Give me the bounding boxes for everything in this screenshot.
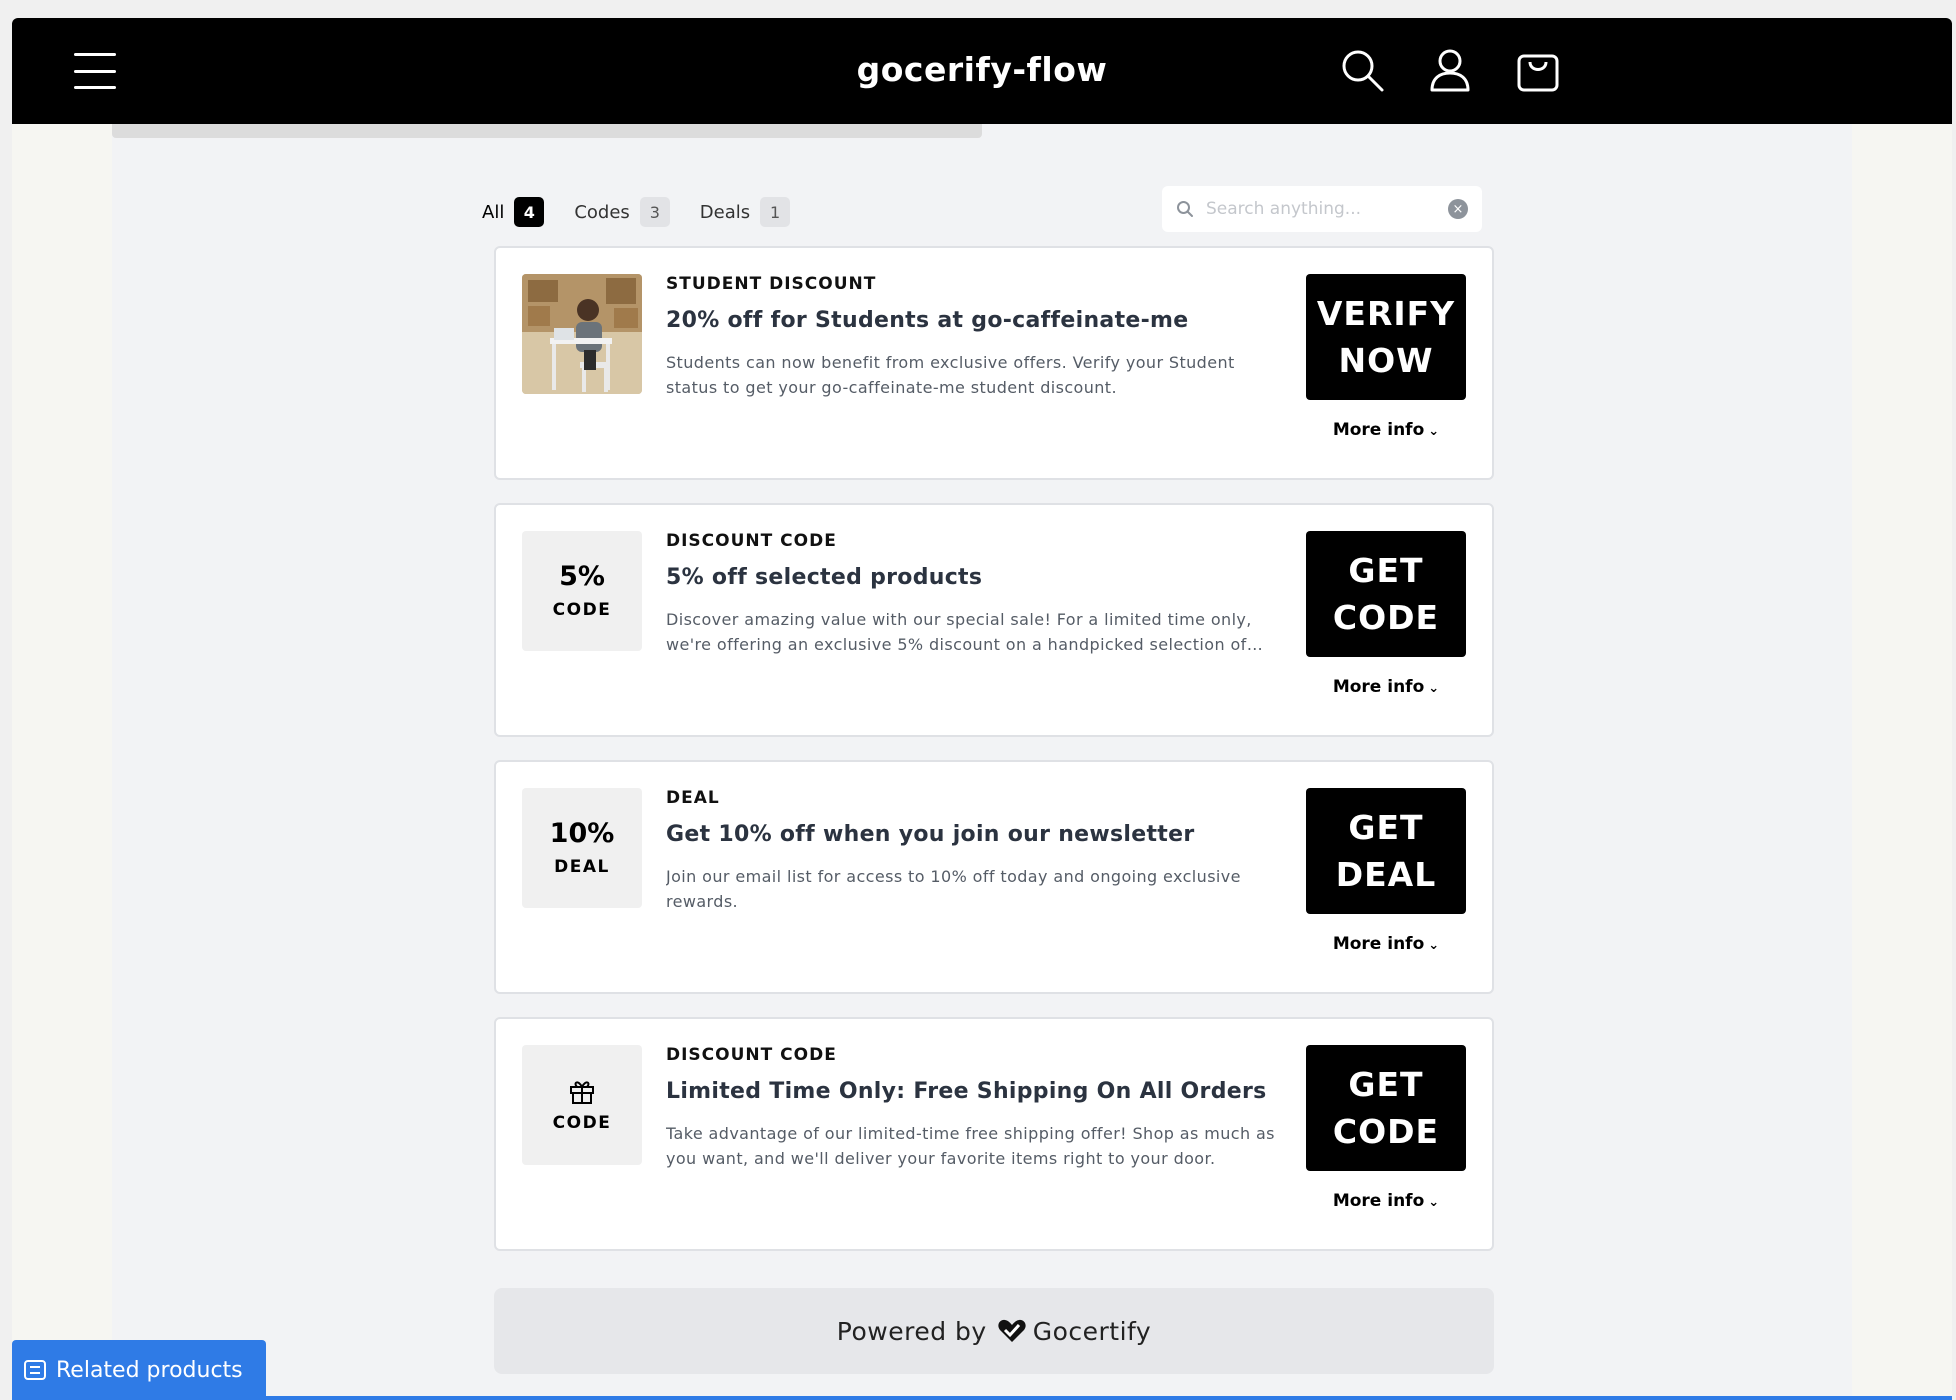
more-info-label: More info: [1332, 677, 1425, 697]
more-info-toggle[interactable]: More info ⌄: [1306, 677, 1466, 697]
offer-type: STUDENT DISCOUNT: [666, 274, 877, 294]
filter-count-badge: 4: [514, 197, 545, 227]
cart-icon[interactable]: [1514, 46, 1562, 94]
powered-by-brand: Gocertify: [1032, 1316, 1152, 1346]
more-info-toggle[interactable]: More info ⌄: [1306, 420, 1466, 440]
related-products-button[interactable]: Related products: [12, 1340, 266, 1400]
offer-type: DISCOUNT CODE: [666, 1045, 837, 1065]
list-icon: [24, 1360, 46, 1380]
offer-thumb: 10% DEAL: [522, 788, 642, 908]
tab-strip: [112, 124, 982, 138]
more-info-toggle[interactable]: More info ⌄: [1306, 1191, 1466, 1211]
search-icon: [1177, 201, 1193, 217]
site-brand[interactable]: gocerify-flow: [12, 50, 1952, 89]
offer-card: 5% CODE DISCOUNT CODE 5% off selected pr…: [494, 503, 1494, 737]
search-icon[interactable]: [1338, 46, 1386, 94]
offer-title: 5% off selected products: [666, 565, 983, 590]
powered-by-footer[interactable]: Powered by Gocertify: [494, 1288, 1494, 1374]
filter-count-badge: 3: [639, 197, 670, 227]
offer-thumb-value: 5%: [559, 561, 605, 593]
offer-card: CODE DISCOUNT CODE Limited Time Only: Fr…: [494, 1017, 1494, 1251]
offer-thumb-label: CODE: [552, 599, 612, 620]
filter-label: Deals: [699, 201, 751, 223]
chevron-down-icon: ⌄: [1428, 938, 1440, 953]
offer-description: Discover amazing value with our special …: [666, 610, 1252, 654]
verify-now-button[interactable]: VERIFY NOW: [1306, 274, 1466, 400]
filter-codes[interactable]: Codes 3: [574, 197, 670, 227]
offer-thumb-label: DEAL: [554, 856, 610, 877]
more-info-toggle[interactable]: More info ⌄: [1306, 934, 1466, 954]
more-info-label: More info: [1332, 1191, 1425, 1211]
related-products-label: Related products: [56, 1357, 243, 1383]
gift-icon: [570, 1081, 594, 1104]
get-code-button[interactable]: GET CODE: [1306, 1045, 1466, 1171]
gocertify-heart-icon: [998, 1319, 1026, 1342]
offer-thumb: CODE: [522, 1045, 642, 1165]
offer-thumb-value: 10%: [549, 818, 615, 850]
offer-card: STUDENT DISCOUNT 20% off for Students at…: [494, 246, 1494, 480]
more-info-label: More info: [1332, 934, 1425, 954]
filter-all[interactable]: All 4: [482, 197, 545, 227]
chevron-down-icon: ⌄: [1428, 424, 1440, 439]
filter-label: All: [482, 201, 505, 223]
get-deal-button[interactable]: GET DEAL: [1306, 788, 1466, 914]
account-icon[interactable]: [1426, 46, 1474, 94]
offer-description: Take advantage of our limited-time free …: [666, 1124, 1275, 1168]
offer-thumb-label: CODE: [552, 1113, 612, 1133]
chevron-down-icon: ⌄: [1428, 681, 1440, 696]
offer-title: Limited Time Only: Free Shipping On All …: [666, 1079, 1267, 1104]
search-box: ×: [1162, 186, 1482, 232]
powered-by-prefix: Powered by: [836, 1316, 987, 1346]
offer-type: DISCOUNT CODE: [666, 531, 837, 551]
get-code-button[interactable]: GET CODE: [1306, 531, 1466, 657]
filter-bar: All 4 Codes 3 Deals 1 ×: [482, 186, 1482, 238]
student-photo: [522, 274, 642, 394]
offer-title: Get 10% off when you join our newsletter: [666, 822, 1195, 847]
offer-thumb: 5% CODE: [522, 531, 642, 651]
search-input[interactable]: [1206, 199, 1448, 219]
filter-deals[interactable]: Deals 1: [699, 197, 791, 227]
offer-description: Join our email list for access to 10% of…: [666, 867, 1241, 911]
offer-description: Students can now benefit from exclusive …: [666, 353, 1235, 397]
chevron-down-icon: ⌄: [1428, 1195, 1440, 1210]
filter-label: Codes: [574, 201, 630, 223]
more-info-label: More info: [1332, 420, 1425, 440]
accent-divider: [266, 1396, 1952, 1400]
offer-card: 10% DEAL DEAL Get 10% off when you join …: [494, 760, 1494, 994]
page-frame: gocerify-flow All 4 Codes 3 Deals 1 Sear…: [12, 18, 1952, 1400]
clear-search-icon[interactable]: ×: [1448, 199, 1468, 219]
site-header: gocerify-flow: [12, 18, 1952, 124]
filter-count-badge: 1: [760, 197, 791, 227]
offer-type: DEAL: [666, 788, 720, 808]
offer-title: 20% off for Students at go-caffeinate-me: [666, 308, 1189, 333]
